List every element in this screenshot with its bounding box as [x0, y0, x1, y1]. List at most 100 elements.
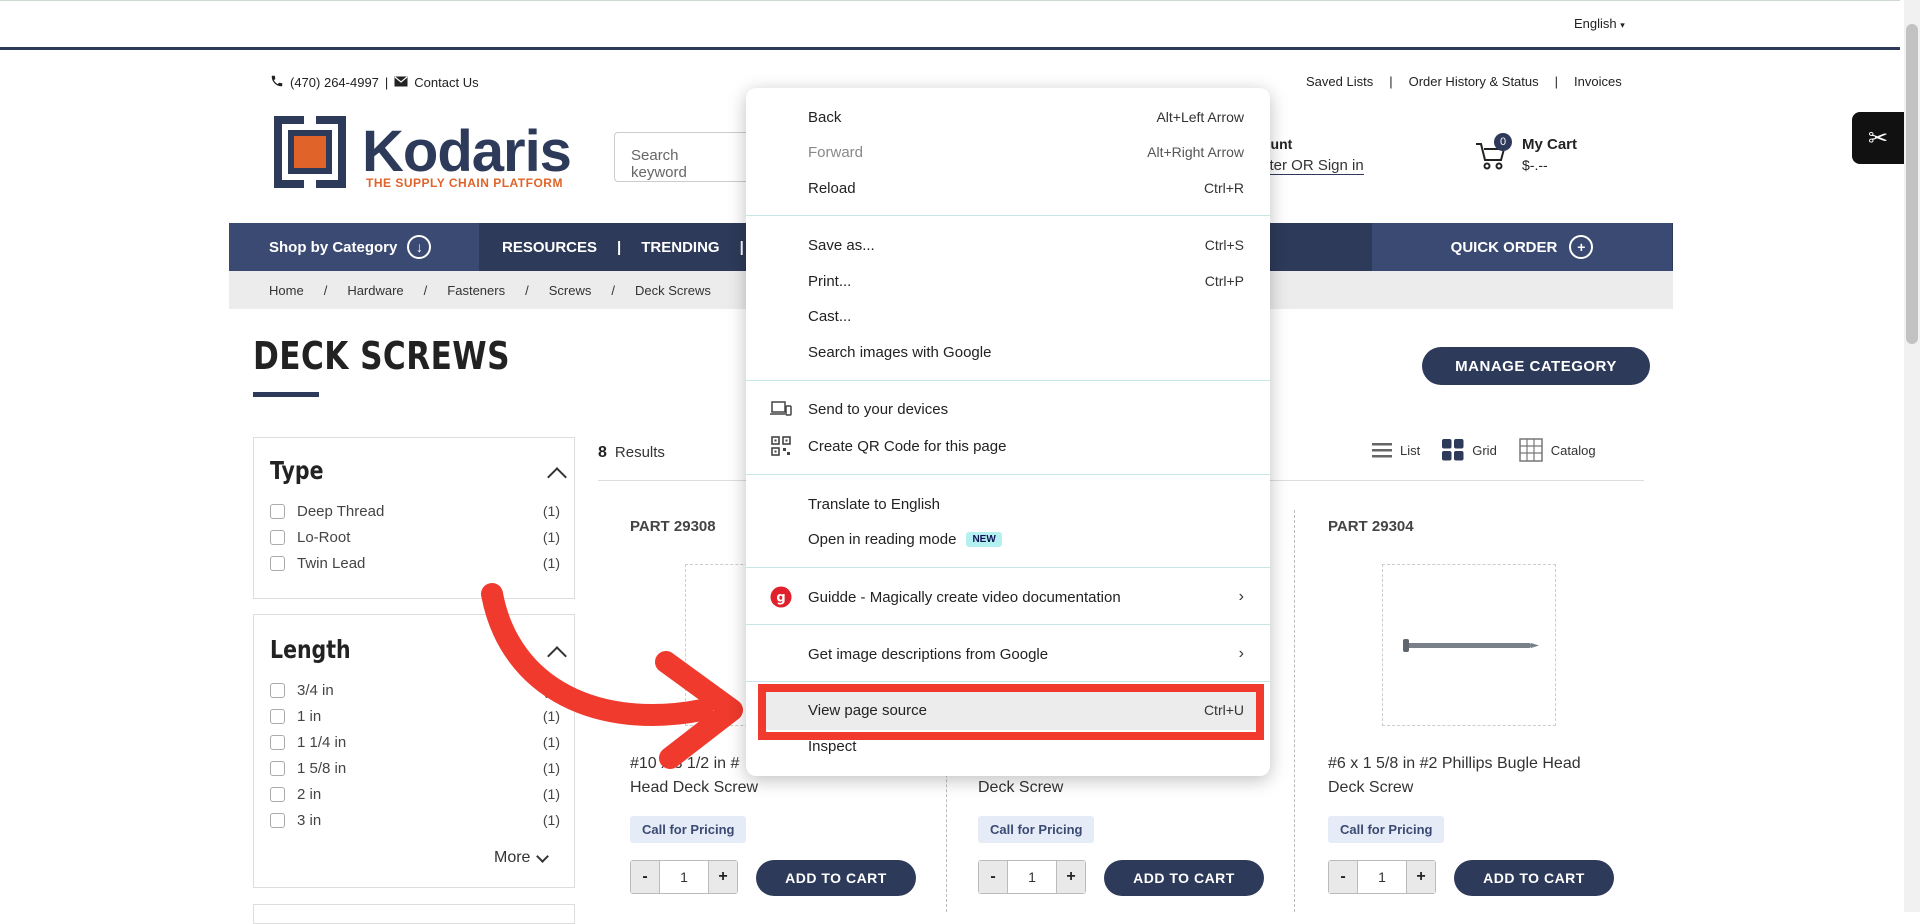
menu-label: Save as... — [808, 236, 875, 254]
checkbox[interactable] — [270, 734, 285, 750]
product-part-number: PART 29304 — [1328, 518, 1414, 536]
chevron-up-icon[interactable] — [547, 467, 567, 487]
qty-plus-button[interactable]: + — [1057, 861, 1085, 893]
type-filter-panel: Type Deep Thread (1) Lo-Root (1) Twin Lead… — [253, 437, 575, 599]
menu-item-cast[interactable]: Cast... — [746, 299, 1270, 333]
checkbox[interactable] — [270, 555, 285, 571]
filter-option[interactable]: 2 in (1) — [270, 781, 560, 807]
devices-icon — [770, 398, 792, 420]
results-label: Results — [614, 444, 665, 461]
qty-value[interactable]: 1 — [659, 861, 709, 893]
qty-minus-button[interactable]: - — [631, 861, 659, 893]
menu-item-image-descriptions[interactable]: Get image descriptions from Google › — [746, 637, 1270, 671]
filter-option[interactable]: Twin Lead (1) — [270, 550, 560, 576]
menu-item-forward[interactable]: Forward Alt+Right Arrow — [746, 135, 1270, 169]
qty-plus-button[interactable]: + — [1407, 861, 1435, 893]
checkbox[interactable] — [270, 786, 285, 802]
contact-us-link[interactable]: Contact Us — [414, 75, 478, 90]
product-name[interactable]: Deck Screw — [978, 776, 1063, 800]
filter-option[interactable]: Deep Thread (1) — [270, 498, 560, 524]
catalog-view-button[interactable]: Catalog — [1519, 438, 1596, 462]
list-view-button[interactable]: List — [1372, 441, 1420, 459]
scissors-tools-icon: ✂ — [1867, 124, 1889, 152]
quantity-stepper[interactable]: -1 + — [1328, 860, 1436, 894]
search-input[interactable]: Search keyword — [614, 132, 754, 182]
checkbox[interactable] — [270, 503, 285, 519]
product-name[interactable]: #6 x 1 5/8 in #2 Phillips Bugle Head Deck… — [1328, 752, 1628, 800]
filter-option[interactable]: 3 in (1) — [270, 807, 560, 833]
logo-wordmark[interactable]: Kodaris — [362, 118, 572, 185]
menu-label: Send to your devices — [808, 400, 949, 418]
qty-value[interactable]: 1 — [1007, 861, 1057, 893]
list-icon — [1372, 443, 1392, 458]
menu-item-translate[interactable]: Translate to English — [746, 487, 1270, 521]
menu-label: Translate to English — [808, 495, 941, 513]
breadcrumb-hardware[interactable]: Hardware — [347, 283, 403, 298]
kodaris-logo-icon[interactable] — [274, 116, 346, 188]
invoices-link[interactable]: Invoices — [1574, 74, 1622, 89]
shop-by-category-button[interactable]: Shop by Category ↓ — [229, 223, 479, 271]
filter-label: 3 in — [297, 811, 322, 829]
menu-item-send-devices[interactable]: Send to your devices — [746, 392, 1270, 426]
quick-order-label: QUICK ORDER — [1450, 238, 1558, 256]
register-signin-link[interactable]: ster OR Sign in — [1262, 157, 1364, 175]
page-title: DECK SCREWS — [253, 334, 510, 378]
manage-category-button[interactable]: MANAGE CATEGORY — [1422, 347, 1650, 385]
add-to-cart-button[interactable]: ADD TO CART — [1104, 860, 1264, 896]
menu-label: Reload — [808, 179, 856, 197]
price-badge: Call for Pricing — [1328, 816, 1445, 843]
scrollbar-thumb[interactable] — [1906, 24, 1918, 344]
filter-count: (1) — [542, 812, 560, 828]
contact-row: (470) 264-4997 | Contact Us — [270, 74, 479, 91]
phone-number[interactable]: (470) 264-4997 — [290, 75, 379, 90]
grid-view-button[interactable]: Grid — [1442, 439, 1497, 461]
product-name-line: Deck Screw — [1328, 779, 1414, 796]
menu-item-reading-mode[interactable]: Open in reading mode NEW — [746, 522, 1270, 556]
my-cart-label[interactable]: My Cart — [1522, 136, 1577, 153]
saved-lists-link[interactable]: Saved Lists — [1306, 74, 1373, 89]
checkbox[interactable] — [270, 529, 285, 545]
language-selector[interactable]: English ▾ — [1574, 16, 1625, 31]
menu-item-guidde[interactable]: g Guidde - Magically create video docume… — [746, 580, 1270, 614]
filter-option[interactable]: Lo-Root (1) — [270, 524, 560, 550]
breadcrumb-deck-screws: Deck Screws — [634, 282, 711, 298]
breadcrumb-screws[interactable]: Screws — [549, 283, 592, 298]
checkbox[interactable] — [270, 708, 285, 724]
breadcrumb-home[interactable]: Home — [269, 283, 304, 298]
checkbox[interactable] — [270, 812, 285, 828]
view-toggle: List Grid Catalog — [1372, 438, 1596, 462]
menu-separator — [746, 567, 1270, 568]
checkbox[interactable] — [270, 760, 285, 776]
menu-item-save-as[interactable]: Save as... Ctrl+S — [746, 228, 1270, 262]
nav-trending[interactable]: TRENDING — [641, 239, 719, 256]
quantity-stepper[interactable]: -1 + — [630, 860, 738, 894]
menu-label: Cast... — [808, 307, 852, 325]
qty-value[interactable]: 1 — [1357, 861, 1407, 893]
quick-order-button[interactable]: QUICK ORDER + — [1372, 223, 1672, 271]
menu-item-reload[interactable]: Reload Ctrl+R — [746, 171, 1270, 205]
checkbox[interactable] — [270, 682, 285, 698]
add-to-cart-button[interactable]: ADD TO CART — [1454, 860, 1614, 896]
breadcrumb-fasteners[interactable]: Fasteners — [447, 283, 505, 298]
results-number: 8 — [598, 444, 607, 461]
chevron-right-icon: › — [1238, 645, 1244, 662]
qty-plus-button[interactable]: + — [709, 861, 737, 893]
menu-item-search-images[interactable]: Search images with Google — [746, 335, 1270, 369]
nav-resources[interactable]: RESOURCES — [502, 239, 597, 256]
more-filters-link[interactable]: More — [494, 849, 550, 867]
qty-minus-button[interactable]: - — [1329, 861, 1357, 893]
plus-circle-icon: + — [1569, 235, 1594, 259]
quantity-stepper[interactable]: -1 + — [978, 860, 1086, 894]
menu-label: Guidde - Magically create video document… — [808, 588, 1121, 606]
breadcrumb-separator: / — [525, 282, 529, 298]
menu-item-qr-code[interactable]: Create QR Code for this page — [746, 429, 1270, 463]
cart-total: $-.-- — [1522, 157, 1548, 173]
menu-item-back[interactable]: Back Alt+Left Arrow — [746, 100, 1270, 134]
qty-minus-button[interactable]: - — [979, 861, 1007, 893]
menu-item-print[interactable]: Print... Ctrl+P — [746, 264, 1270, 298]
product-image[interactable] — [1382, 564, 1556, 726]
add-to-cart-button[interactable]: ADD TO CART — [756, 860, 916, 896]
tools-button[interactable]: ✂ — [1852, 112, 1904, 164]
order-history-link[interactable]: Order History & Status — [1409, 74, 1539, 89]
menu-shortcut: Alt+Right Arrow — [1147, 144, 1244, 160]
